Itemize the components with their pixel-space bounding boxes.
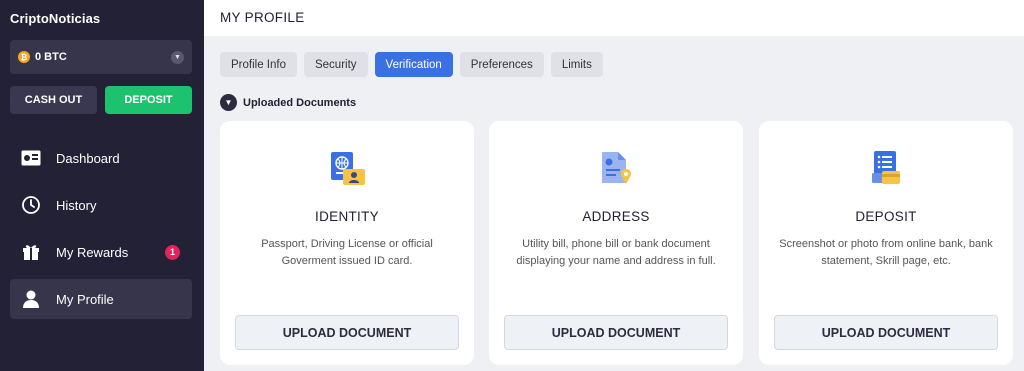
history-icon [20, 194, 42, 216]
profile-tabs: Profile Info Security Verification Prefe… [220, 52, 603, 77]
chevron-down-icon[interactable]: ▼ [220, 94, 237, 111]
sidebar-item-label: My Rewards [56, 244, 129, 260]
user-icon [20, 288, 42, 310]
tab-profile-info[interactable]: Profile Info [220, 52, 297, 77]
gift-icon [20, 241, 42, 263]
upload-identity-button[interactable]: UPLOAD DOCUMENT [235, 315, 459, 350]
tab-security[interactable]: Security [303, 52, 368, 77]
card-title: DEPOSIT [855, 209, 917, 224]
deposit-button[interactable]: DEPOSIT [105, 86, 192, 114]
address-document-icon [596, 149, 636, 189]
deposit-card: DEPOSIT Screenshot or photo from online … [759, 121, 1013, 365]
sidebar-item-label: History [56, 197, 97, 213]
sidebar-item-history[interactable]: History [10, 185, 192, 225]
sidebar-item-my-profile[interactable]: My Profile [10, 279, 192, 319]
rewards-count-badge: 1 [165, 244, 180, 260]
bitcoin-icon: ₿ [18, 51, 30, 63]
wallet-balance: 0 BTC [35, 51, 67, 63]
sidebar-item-dashboard[interactable]: Dashboard [10, 138, 192, 178]
wallet-selector[interactable]: ₿ 0 BTC ▼ [10, 40, 192, 74]
card-title: ADDRESS [582, 209, 650, 224]
upload-address-button[interactable]: UPLOAD DOCUMENT [504, 315, 728, 350]
chevron-down-icon: ▼ [171, 50, 184, 64]
brand-logo[interactable]: CriptoNoticias [10, 11, 100, 26]
card-description: Screenshot or photo from online bank, ba… [779, 238, 993, 267]
identity-card: IDENTITY Passport, Driving License or of… [220, 121, 474, 365]
card-title: IDENTITY [315, 209, 379, 224]
card-description: Utility bill, phone bill or bank documen… [516, 238, 716, 267]
card-description: Passport, Driving License or official Go… [261, 238, 433, 267]
sidebar-item-label: My Profile [56, 291, 114, 307]
sidebar-item-label: Dashboard [56, 150, 120, 166]
bank-statement-icon [866, 149, 906, 189]
sidebar-item-my-rewards[interactable]: My Rewards 1 [10, 232, 192, 272]
upload-deposit-button[interactable]: UPLOAD DOCUMENT [774, 315, 998, 350]
tab-preferences[interactable]: Preferences [459, 52, 544, 77]
passport-icon [327, 149, 367, 189]
tab-verification[interactable]: Verification [374, 52, 453, 77]
section-title: Uploaded Documents [243, 96, 357, 109]
cash-out-button[interactable]: CASH OUT [10, 86, 97, 114]
address-card: ADDRESS Utility bill, phone bill or bank… [489, 121, 743, 365]
header-bar: MY PROFILE [204, 0, 1024, 36]
uploaded-documents-header[interactable]: ▼ Uploaded Documents [220, 94, 356, 111]
tab-limits[interactable]: Limits [550, 52, 603, 77]
page-title: MY PROFILE [220, 10, 305, 25]
sidebar: CriptoNoticias ₿ 0 BTC ▼ CASH OUT DEPOSI… [0, 0, 204, 371]
dashboard-icon [20, 147, 42, 169]
